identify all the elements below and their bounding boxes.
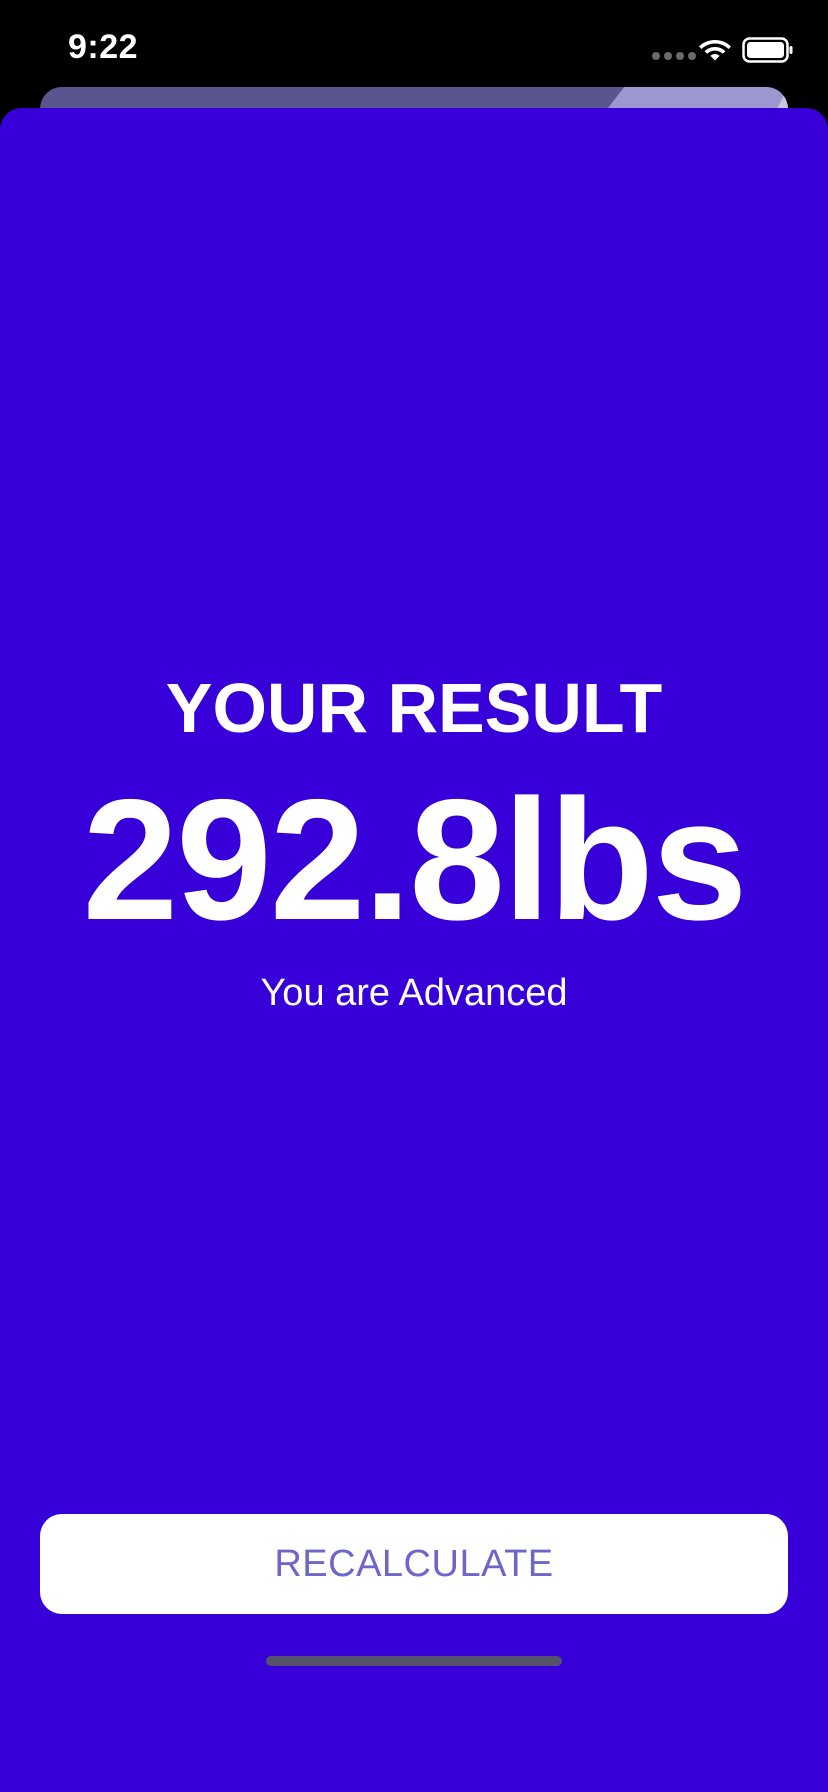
cellular-dots-icon — [652, 52, 696, 60]
result-level: You are Advanced — [260, 972, 568, 1014]
recalculate-button[interactable]: RECALCULATE — [40, 1514, 788, 1614]
status-bar: 9:22 — [0, 0, 828, 100]
recalculate-button-label: RECALCULATE — [274, 1542, 554, 1585]
wifi-icon — [699, 40, 731, 61]
result-title: YOUR RESULT — [165, 669, 663, 747]
result-value: 292.8lbs — [82, 764, 748, 956]
battery-icon — [742, 37, 793, 63]
screen: 9:22 YOUR RESULT 292.8lbs You are Advanc… — [0, 0, 828, 1792]
status-time: 9:22 — [68, 28, 139, 66]
home-indicator[interactable] — [266, 1656, 562, 1666]
